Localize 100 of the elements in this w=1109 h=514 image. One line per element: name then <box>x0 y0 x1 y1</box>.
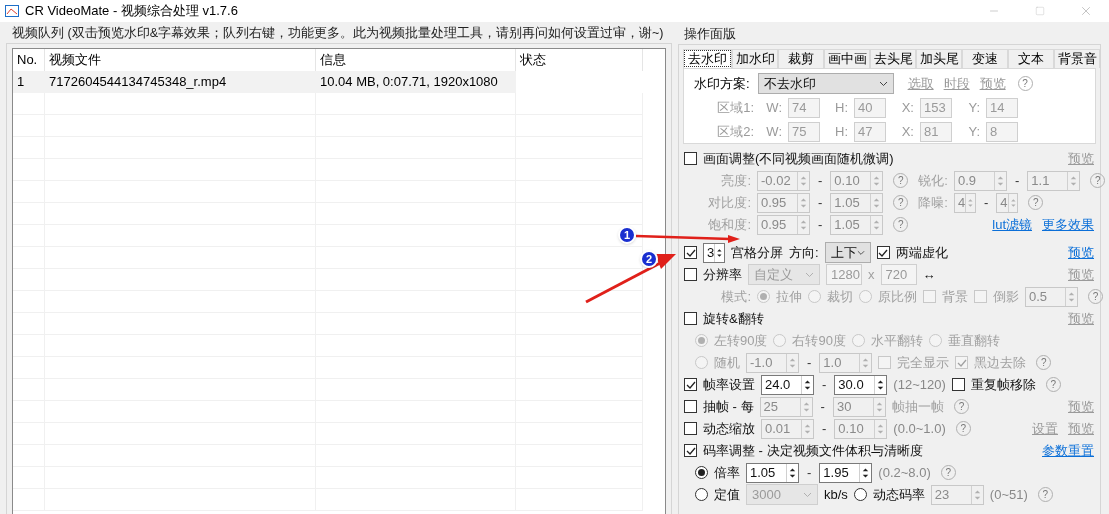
text-field[interactable]: 75 <box>788 122 820 142</box>
checkmark-icon <box>685 380 696 389</box>
link[interactable]: 预览 <box>1068 242 1094 263</box>
field-label: x <box>868 265 875 284</box>
checkbox[interactable] <box>684 312 697 325</box>
text-field[interactable]: 47 <box>854 122 886 142</box>
field-label: Y: <box>967 123 981 142</box>
tab[interactable]: 加水印 <box>732 48 778 68</box>
range-dash: - <box>1013 171 1021 190</box>
tab[interactable]: 背景音 <box>1054 48 1100 68</box>
table-row[interactable]: 1 7172604544134745348_r.mp4 10.04 MB, 0:07.71, 1920x1080 <box>13 70 643 93</box>
field-label: W: <box>765 99 783 118</box>
column-header[interactable]: No. <box>13 48 45 71</box>
text-field[interactable]: 14 <box>986 98 1018 118</box>
field-label: 区域2: <box>716 123 754 142</box>
dropdown[interactable]: 不去水印 <box>757 73 894 94</box>
field-label: 水印方案: <box>694 74 750 93</box>
dropdown[interactable]: 上下 <box>824 242 871 263</box>
checkbox[interactable] <box>684 400 697 413</box>
field-label: Y: <box>967 99 981 118</box>
range-hint: (0~51) <box>989 485 1028 504</box>
up-down-arrows-icon[interactable] <box>786 463 798 482</box>
chevron-down-icon <box>803 491 812 498</box>
checkbox-label[interactable]: 动态缩放 <box>703 418 755 439</box>
tab[interactable]: 去水印 <box>683 48 732 68</box>
number-spinner[interactable]: 30.0 <box>834 374 888 395</box>
range-dash: - <box>806 463 813 482</box>
radio-label[interactable]: 动态码率 <box>872 484 925 505</box>
checkbox[interactable] <box>684 268 697 281</box>
checkbox-label[interactable]: 画面调整(不同视频画面随机微调) <box>703 148 894 169</box>
window-title: CR VideoMate - 视频综合处理 v1.7.6 <box>25 2 238 21</box>
checkbox-label[interactable]: 码率调整 - 决定视频文件体积与清晰度 <box>703 440 923 461</box>
field-label: 亮度: <box>720 171 751 190</box>
tab[interactable]: 去头尾 <box>870 48 916 68</box>
text-field[interactable]: 8 <box>986 122 1018 142</box>
text-field[interactable]: 81 <box>920 122 952 142</box>
tab[interactable]: 变速 <box>962 48 1008 68</box>
app-icon <box>5 5 19 17</box>
checkmark-icon <box>878 248 889 257</box>
up-down-arrows-icon[interactable] <box>801 375 813 394</box>
column-header[interactable]: 视频文件 <box>45 48 316 71</box>
link[interactable]: 时段 <box>943 73 970 94</box>
number-spinner[interactable]: 1.05 <box>746 462 799 483</box>
range-dash: - <box>821 419 828 438</box>
link[interactable]: 参数重置 <box>1042 440 1094 461</box>
checkbox[interactable] <box>684 378 697 391</box>
tab[interactable]: 画中画 <box>824 48 870 68</box>
checkbox[interactable] <box>951 378 965 391</box>
field-label: 锐化: <box>918 171 948 190</box>
range-dash: - <box>806 353 813 372</box>
tab[interactable]: 裁剪 <box>778 48 824 68</box>
chevron-down-icon <box>856 249 865 256</box>
range-dash: - <box>821 375 828 394</box>
range-hint: (0.2~8.0) <box>878 463 931 482</box>
range-dash: - <box>817 215 824 234</box>
maximize-icon <box>1035 6 1045 16</box>
checkbox-label[interactable]: 重复帧移除 <box>970 374 1036 395</box>
text-field[interactable]: 153 <box>920 98 952 118</box>
link[interactable]: 选取 <box>907 73 934 94</box>
checkbox[interactable] <box>684 422 697 435</box>
field-label: 模式: <box>720 287 751 306</box>
checkbox[interactable] <box>876 246 890 259</box>
field-label: kb/s <box>824 485 848 504</box>
checkbox[interactable] <box>684 152 697 165</box>
checkbox[interactable] <box>684 444 697 457</box>
checkbox-label[interactable]: 旋转&翻转 <box>703 308 764 329</box>
radio-button[interactable] <box>695 466 708 479</box>
close-icon <box>1079 4 1093 18</box>
range-dash: - <box>817 193 824 212</box>
checkbox[interactable] <box>684 246 697 259</box>
checkbox-label[interactable]: 帧率设置 <box>703 374 755 395</box>
table-cell-text: 10.04 MB, 0:07.71, 1920x1080 <box>319 73 499 91</box>
number-spinner[interactable]: 3 <box>703 242 725 263</box>
link[interactable]: 更多效果 <box>1042 214 1094 235</box>
number-spinner[interactable]: 24.0 <box>761 374 814 395</box>
column-header[interactable]: 信息 <box>316 48 516 71</box>
text-field[interactable]: 74 <box>788 98 820 118</box>
text-field[interactable]: 40 <box>854 98 886 118</box>
range-hint: (0.0~1.0) <box>893 419 946 438</box>
checkbox-label[interactable]: 两端虚化 <box>895 242 948 263</box>
checkbox-label[interactable]: 分辨率 <box>703 264 742 285</box>
radio-label[interactable]: 定值 <box>714 484 740 505</box>
column-header[interactable]: 状态 <box>516 48 643 71</box>
group-title: 操作面版 <box>683 25 737 43</box>
field-label: H: <box>834 99 849 118</box>
field-label: ↔ <box>922 265 936 284</box>
tab[interactable]: 文本 <box>1008 48 1054 68</box>
tab[interactable]: 加头尾 <box>916 48 962 68</box>
radio-button[interactable] <box>695 488 708 501</box>
group-title: 视频队列 (双击预览水印&字幕效果；队列右键，功能更多。此为视频批量处理工具，请别再问如何设置过审，谢~) <box>11 25 665 42</box>
field-label: X: <box>900 99 915 118</box>
number-spinner[interactable]: 1.95 <box>819 462 873 483</box>
range-dash: - <box>819 397 826 416</box>
radio-button[interactable] <box>853 488 867 501</box>
link[interactable]: 预览 <box>979 73 1006 94</box>
link[interactable]: lut滤镜 <box>992 214 1032 235</box>
checkbox-label[interactable]: 抽帧 - 每 <box>703 396 754 417</box>
range-dash: - <box>982 193 990 212</box>
range-dash: - <box>817 171 824 190</box>
radio-label[interactable]: 倍率 <box>714 462 740 483</box>
